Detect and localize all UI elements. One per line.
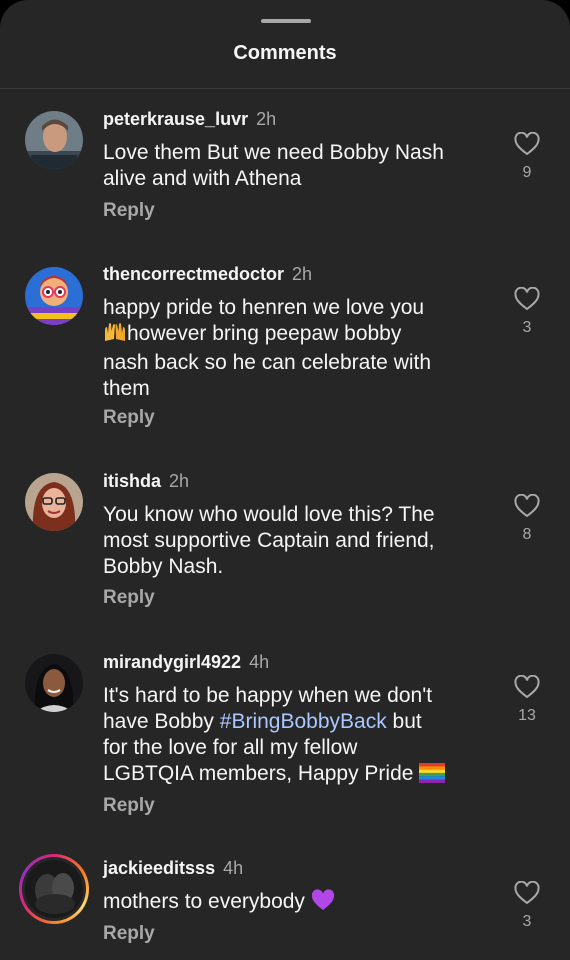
avatar-image bbox=[25, 267, 83, 325]
heart-icon bbox=[514, 881, 540, 905]
comment-username[interactable]: itishda bbox=[103, 471, 161, 491]
comment-line-text: have Bobby bbox=[103, 710, 220, 733]
avatar[interactable] bbox=[25, 473, 83, 531]
comment-username[interactable]: peterkrause_luvr bbox=[103, 109, 248, 129]
comment-line: Love them But we need Bobby Nash bbox=[103, 141, 444, 164]
rainbow-flag-emoji bbox=[419, 763, 446, 790]
comment-username[interactable]: mirandygirl4922 bbox=[103, 652, 241, 672]
reply-button[interactable]: Reply bbox=[103, 407, 155, 429]
header-divider bbox=[0, 88, 570, 89]
drag-handle[interactable] bbox=[261, 19, 311, 23]
comment-username[interactable]: thencorrectmedoctor bbox=[103, 264, 284, 284]
comment-timestamp: 4h bbox=[223, 858, 244, 878]
like-count: 8 bbox=[522, 526, 532, 543]
purple-heart-emoji bbox=[311, 889, 335, 918]
like-count: 3 bbox=[522, 913, 532, 930]
comment-line: It's hard to be happy when we don't bbox=[103, 684, 433, 707]
comment-line: LGBTQIA members, Happy Pride bbox=[103, 761, 493, 790]
like-count: 13 bbox=[518, 707, 536, 724]
comment-line: most supportive Captain and friend, bbox=[103, 529, 435, 552]
avatar-story-ring[interactable] bbox=[19, 854, 89, 924]
comment-line-text: however bring peepaw bobby bbox=[127, 322, 402, 345]
avatar[interactable] bbox=[25, 111, 83, 169]
reply-button[interactable]: Reply bbox=[103, 795, 155, 817]
raising-hands-emoji bbox=[103, 321, 127, 350]
avatar-image bbox=[25, 111, 83, 169]
like-button[interactable]: 13 bbox=[512, 675, 542, 725]
avatar[interactable] bbox=[25, 654, 83, 712]
comment-username[interactable]: jackieeditsss bbox=[103, 858, 215, 878]
heart-icon bbox=[514, 675, 540, 699]
avatar-image bbox=[25, 654, 83, 712]
comment-line-text: but bbox=[386, 710, 422, 733]
comment-text: It's hard to be happy when we don't have… bbox=[103, 683, 493, 790]
reply-button[interactable]: Reply bbox=[103, 200, 155, 222]
hashtag-link[interactable]: #BringBobbyBack bbox=[220, 710, 387, 733]
comment-timestamp: 2h bbox=[256, 109, 277, 129]
heart-icon bbox=[514, 287, 540, 311]
like-count: 9 bbox=[522, 164, 532, 181]
comment-line: happy pride to henren we love you bbox=[103, 296, 425, 319]
comment-line: mothers to everybody bbox=[103, 889, 493, 918]
avatar bbox=[25, 860, 83, 918]
comment-line-text: LGBTQIA members, Happy Pride bbox=[103, 762, 414, 785]
heart-icon bbox=[514, 132, 540, 156]
reply-button[interactable]: Reply bbox=[103, 587, 155, 609]
like-button[interactable]: 3 bbox=[512, 287, 542, 337]
avatar-image bbox=[25, 860, 83, 918]
comments-sheet: Comments peterkrause_luvr 2h Love them Bu… bbox=[0, 0, 570, 960]
like-button[interactable]: 3 bbox=[512, 881, 542, 931]
heart-icon bbox=[514, 494, 540, 518]
comment-text: You know who would love this? The most s… bbox=[103, 502, 493, 580]
comment-line: have Bobby #BringBobbyBack but bbox=[103, 709, 493, 735]
comment-text: Love them But we need Bobby Nash alive a… bbox=[103, 140, 493, 192]
reply-button[interactable]: Reply bbox=[103, 923, 155, 945]
comment-line: for the love for all my fellow bbox=[103, 736, 358, 759]
avatar-image bbox=[25, 473, 83, 531]
sheet-title: Comments bbox=[233, 42, 337, 64]
comment-line-text: mothers to everybody bbox=[103, 890, 305, 913]
comment-line: however bring peepaw bobby bbox=[103, 321, 493, 350]
like-button[interactable]: 8 bbox=[512, 494, 542, 544]
like-button[interactable]: 9 bbox=[512, 132, 542, 182]
comment-text: mothers to everybody bbox=[103, 889, 493, 918]
avatar[interactable] bbox=[25, 267, 83, 325]
comment-timestamp: 2h bbox=[292, 264, 313, 284]
comment-line: them bbox=[103, 377, 150, 400]
comment-timestamp: 2h bbox=[169, 471, 190, 491]
comment-line: alive and with Athena bbox=[103, 167, 302, 190]
comment-line: Bobby Nash. bbox=[103, 555, 224, 578]
comment-timestamp: 4h bbox=[249, 652, 270, 672]
like-count: 3 bbox=[522, 319, 532, 336]
comment-text: happy pride to henren we love you howeve… bbox=[103, 295, 493, 402]
comment-line: nash back so he can celebrate with bbox=[103, 351, 432, 374]
avatar-ring-gap bbox=[22, 857, 86, 921]
comment-line: You know who would love this? The bbox=[103, 503, 435, 526]
